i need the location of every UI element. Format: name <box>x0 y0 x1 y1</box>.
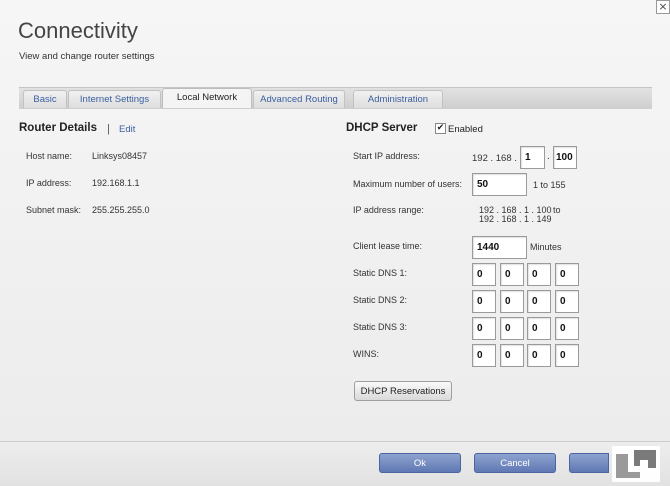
close-icon[interactable]: × <box>656 0 670 14</box>
dns1-octet-input[interactable]: 0 <box>555 263 579 286</box>
static-dns1-label: Static DNS 1: <box>353 268 408 278</box>
max-users-input[interactable]: 50 <box>472 173 527 196</box>
start-ip-octet4-input[interactable]: 100 <box>553 146 577 169</box>
dhcp-reservations-button[interactable]: DHCP Reservations <box>354 381 452 401</box>
dns3-octet-input[interactable]: 0 <box>500 317 524 340</box>
lease-time-input[interactable]: 1440 <box>472 236 527 259</box>
max-users-hint: 1 to 155 <box>533 180 566 190</box>
start-ip-octet3-input[interactable]: 1 <box>520 146 545 169</box>
dns1-octet-input[interactable]: 0 <box>527 263 551 286</box>
tab-internet-settings[interactable]: Internet Settings <box>68 90 161 109</box>
ok-button[interactable]: Ok <box>379 453 461 473</box>
ip-range-to-word: to <box>553 205 561 215</box>
dns2-octet-input[interactable]: 0 <box>555 290 579 313</box>
dns2-octet-input[interactable]: 0 <box>527 290 551 313</box>
footer-divider <box>0 441 670 442</box>
edit-link[interactable]: Edit <box>119 124 135 135</box>
router-details-title: Router Details <box>19 122 97 134</box>
lease-time-unit: Minutes <box>530 242 562 252</box>
ip-range-to: 192 . 168 . 1 . 149 <box>479 214 552 224</box>
extra-button[interactable] <box>569 453 609 473</box>
subnet-mask-label: Subnet mask: <box>26 205 82 215</box>
tab-administration[interactable]: Administration <box>353 90 443 109</box>
ip-address-value: 192.168.1.1 <box>92 178 140 188</box>
tab-advanced-routing[interactable]: Advanced Routing <box>253 90 345 109</box>
wins-octet-input[interactable]: 0 <box>472 344 496 367</box>
tab-basic[interactable]: Basic <box>23 90 67 109</box>
dns1-octet-input[interactable]: 0 <box>500 263 524 286</box>
ip-address-label: IP address: <box>26 178 72 188</box>
cancel-button[interactable]: Cancel <box>474 453 556 473</box>
wins-octet-input[interactable]: 0 <box>555 344 579 367</box>
wins-label: WINS: <box>353 349 379 359</box>
dns3-octet-input[interactable]: 0 <box>555 317 579 340</box>
max-users-label: Maximum number of users: <box>353 179 463 189</box>
host-name-value: Linksys08457 <box>92 151 148 161</box>
host-name-label: Host name: <box>26 151 73 161</box>
page-title: Connectivity <box>18 18 138 43</box>
dhcp-enabled-label: Enabled <box>448 124 483 135</box>
tab-divider <box>19 108 652 109</box>
dns3-octet-input[interactable]: 0 <box>472 317 496 340</box>
dhcp-server-title: DHCP Server <box>346 122 418 134</box>
page-subtitle: View and change router settings <box>19 51 155 62</box>
tab-local-network[interactable]: Local Network <box>162 88 252 109</box>
start-ip-prefix: 192 . 168 . <box>472 153 517 164</box>
dns2-octet-input[interactable]: 0 <box>500 290 524 313</box>
static-dns2-label: Static DNS 2: <box>353 295 408 305</box>
static-dns3-label: Static DNS 3: <box>353 322 408 332</box>
watermark-logo-icon <box>612 446 660 482</box>
dns2-octet-input[interactable]: 0 <box>472 290 496 313</box>
title-separator: | <box>107 123 110 135</box>
dns1-octet-input[interactable]: 0 <box>472 263 496 286</box>
lease-time-label: Client lease time: <box>353 241 423 251</box>
subnet-mask-value: 255.255.255.0 <box>92 205 150 215</box>
wins-octet-input[interactable]: 0 <box>500 344 524 367</box>
tab-bar: Basic Internet Settings Local Network Ad… <box>19 87 652 109</box>
dns3-octet-input[interactable]: 0 <box>527 317 551 340</box>
ip-range-label: IP address range: <box>353 205 424 215</box>
dhcp-enabled-checkbox[interactable]: ✔ <box>435 123 446 134</box>
start-ip-label: Start IP address: <box>353 151 420 161</box>
wins-octet-input[interactable]: 0 <box>527 344 551 367</box>
ip-dot: . <box>547 151 550 162</box>
